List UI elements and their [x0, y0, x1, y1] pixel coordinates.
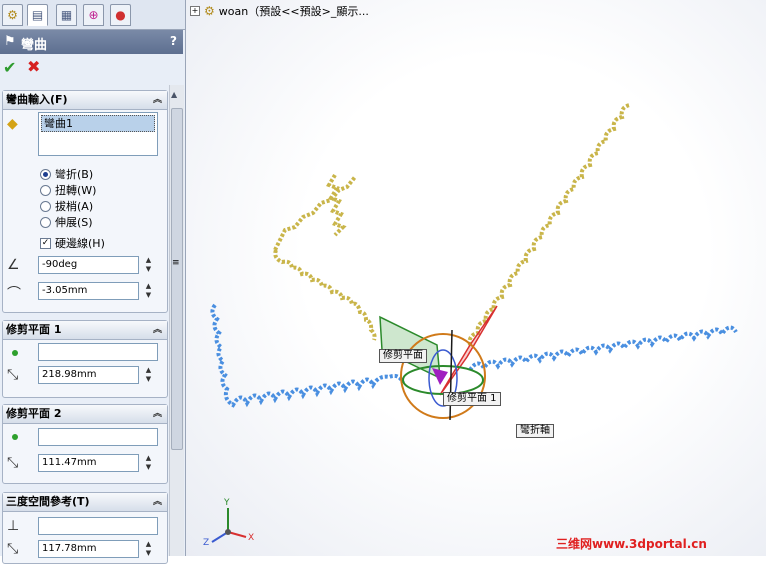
distance-icon: ⤡ — [7, 367, 19, 383]
property-title-bar: ⚑ 彎曲 ? — [0, 30, 183, 54]
bend-axis-label[interactable]: 彎折軸 — [516, 424, 554, 438]
collapse-icon[interactable]: ︽ — [153, 493, 162, 511]
trim-plane-1-distance-field[interactable]: 218.98mm — [38, 366, 139, 384]
radio-circle — [40, 216, 51, 228]
radio-circle — [40, 200, 51, 212]
tab-configuration-manager[interactable]: ▦ — [56, 4, 77, 26]
watermark: 三维网www.3dportal.cn — [556, 537, 707, 551]
radius-icon: ⌒ — [7, 286, 21, 302]
point-icon — [12, 350, 18, 356]
trim-plane-2-spinner[interactable]: ▲ ▼ — [143, 454, 154, 472]
axis-x-label: X — [248, 533, 255, 543]
group-title: 修剪平面 2 — [6, 407, 62, 420]
group-header[interactable]: 彎曲輸入(F) ︽ — [3, 91, 167, 110]
radio-label: 扭轉(W) — [55, 184, 97, 197]
collapse-icon[interactable]: ︽ — [153, 91, 162, 109]
distance-icon: ⤡ — [7, 455, 19, 471]
tree-root-label: woan（預設<<預設>_顯示... — [218, 5, 369, 18]
tab-feature-manager[interactable]: ⚙ — [2, 4, 23, 26]
trim-plane-2-distance-field[interactable]: 111.47mm — [38, 454, 139, 472]
collapse-icon[interactable]: ︽ — [153, 321, 162, 339]
scrollbar-thumb[interactable] — [171, 108, 183, 450]
triad-value-field[interactable]: 117.78mm — [38, 540, 139, 558]
axis-y-label: Y — [224, 498, 230, 508]
page-title: 彎曲 — [21, 38, 48, 53]
expand-icon[interactable]: + — [190, 6, 200, 16]
group-title: 彎曲輸入(F) — [6, 93, 68, 106]
cancel-button[interactable]: ✖ — [27, 57, 40, 76]
trim-plane-label[interactable]: 修剪平面 — [379, 349, 427, 363]
tab-property-manager[interactable]: ▤ — [27, 4, 48, 26]
group-title: 修剪平面 1 — [6, 323, 62, 336]
graphics-viewport[interactable] — [186, 0, 766, 556]
angle-spinner[interactable]: ▲ ▼ — [143, 256, 154, 274]
point-icon — [12, 434, 18, 440]
property-manager-panel: ⚙ ▤ ▦ ⊕ ● ⚑ 彎曲 ? ✔ ✖ 彎曲輸入(F) ︽ ◆ 彎曲1 彎折(B… — [0, 0, 186, 564]
scroll-up-icon[interactable]: ▲ — [171, 90, 177, 99]
tab-display-manager[interactable]: ● — [110, 4, 131, 26]
radius-spinner[interactable]: ▲ ▼ — [143, 282, 154, 300]
thumb-grip-icon: ≡ — [172, 258, 180, 268]
angle-field[interactable]: -90deg — [38, 256, 139, 274]
help-button[interactable]: ? — [170, 34, 177, 48]
radio-circle — [40, 184, 51, 196]
property-manager-icon: ▤ — [31, 8, 44, 22]
radio-stretch[interactable]: 伸展(S) — [40, 214, 93, 230]
part-icon: ⚙ — [204, 4, 215, 18]
triad-spinner[interactable]: ▲ ▼ — [143, 540, 154, 558]
list-item[interactable]: 彎曲1 — [41, 115, 155, 132]
radio-label: 伸展(S) — [55, 216, 93, 229]
collapse-icon[interactable]: ︽ — [153, 405, 162, 423]
triad-icon: ⊥ — [7, 518, 20, 534]
group-header[interactable]: 三度空間參考(T) ︽ — [3, 493, 167, 512]
group-header[interactable]: 修剪平面 2 ︽ — [3, 405, 167, 424]
radio-label: 拔梢(A) — [55, 200, 94, 213]
triad-reference-field[interactable] — [38, 517, 158, 535]
bodies-icon: ◆ — [7, 116, 18, 132]
checkbox-label: 硬邊線(H) — [55, 237, 105, 250]
trim-plane-2-point-field[interactable] — [38, 428, 158, 446]
group-header[interactable]: 修剪平面 1 ︽ — [3, 321, 167, 340]
radio-bend[interactable]: 彎折(B) — [40, 166, 93, 182]
dimxpert-icon: ⊕ — [88, 8, 99, 22]
feature-tree-root[interactable]: + ⚙ woan（預設<<預設>_顯示... — [190, 3, 369, 19]
tab-dimxpert[interactable]: ⊕ — [83, 4, 104, 26]
radius-field[interactable]: -3.05mm — [38, 282, 139, 300]
radio-circle — [40, 168, 51, 180]
radio-taper[interactable]: 拔梢(A) — [40, 198, 93, 214]
trim-plane-1-label[interactable]: 修剪平面 1 — [443, 392, 501, 406]
flex-feature-icon: ⚑ — [4, 34, 16, 49]
radio-twist[interactable]: 扭轉(W) — [40, 182, 96, 198]
ok-button[interactable]: ✔ — [3, 58, 16, 77]
group-title: 三度空間參考(T) — [6, 495, 90, 508]
display-manager-icon: ● — [115, 8, 126, 22]
axis-z-label: Z — [203, 538, 210, 548]
distance-icon: ⤡ — [7, 541, 19, 557]
feature-manager-icon: ⚙ — [7, 8, 18, 22]
checkbox-box: ✓ — [40, 237, 51, 249]
trim-plane-1-point-field[interactable] — [38, 343, 158, 361]
bodies-selection-list[interactable]: 彎曲1 — [38, 112, 158, 156]
angle-icon: ∠ — [7, 257, 20, 273]
trim-plane-1-spinner[interactable]: ▲ ▼ — [143, 366, 154, 384]
manager-tabs: ⚙ ▤ ▦ ⊕ ● — [0, 0, 185, 30]
rigid-edges-checkbox[interactable]: ✓ 硬邊線(H) — [40, 235, 105, 251]
radio-label: 彎折(B) — [55, 168, 94, 181]
configuration-manager-icon: ▦ — [60, 8, 73, 22]
